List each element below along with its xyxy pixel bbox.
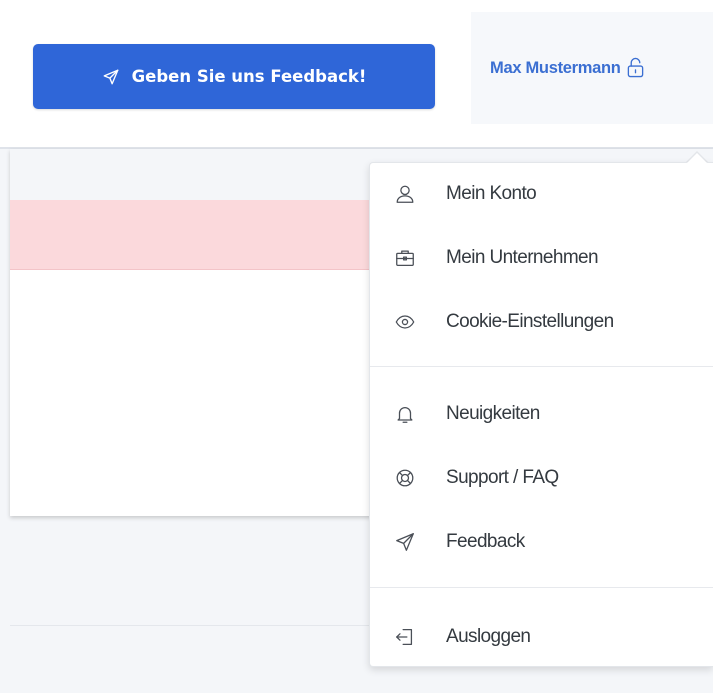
menu-item-label: Neuigkeiten	[446, 403, 540, 424]
unlock-icon	[627, 57, 643, 77]
menu-item-label: Cookie-Einstellungen	[446, 311, 614, 332]
briefcase-icon	[394, 247, 416, 269]
eye-icon	[394, 311, 416, 333]
lifebuoy-icon	[394, 467, 416, 489]
menu-item-label: Ausloggen	[446, 626, 531, 647]
menu-divider	[370, 587, 713, 588]
menu-item-label: Mein Unternehmen	[446, 247, 599, 268]
menu-item-label: Feedback	[446, 531, 525, 552]
paper-plane-icon	[103, 69, 119, 84]
menu-item-mein-unternehmen[interactable]: Mein Unternehmen	[370, 230, 713, 286]
user-name: Max Mustermann	[490, 58, 621, 77]
menu-item-cookie-einstellungen[interactable]: Cookie-Einstellungen	[370, 294, 713, 350]
menu-item-mein-konto[interactable]: Mein Konto	[370, 166, 713, 222]
user-icon	[394, 183, 416, 205]
user-menu-toggle[interactable]: Max Mustermann	[471, 12, 713, 124]
user-dropdown-menu: Mein Konto Mein Unternehmen Cookie-Einst…	[369, 162, 713, 667]
paper-plane-icon	[394, 531, 416, 553]
feedback-button-label: Geben Sie uns Feedback!	[131, 67, 367, 86]
dropdown-caret	[687, 153, 707, 163]
menu-item-label: Support / FAQ	[446, 467, 559, 488]
menu-item-label: Mein Konto	[446, 183, 537, 204]
menu-divider	[370, 366, 713, 367]
feedback-button[interactable]: Geben Sie uns Feedback!	[33, 44, 435, 109]
menu-item-ausloggen[interactable]: Ausloggen	[370, 609, 713, 665]
logout-icon	[394, 626, 416, 648]
menu-item-feedback[interactable]: Feedback	[370, 514, 713, 570]
top-header: Geben Sie uns Feedback! Max Mustermann	[0, 0, 713, 148]
menu-item-support-faq[interactable]: Support / FAQ	[370, 450, 713, 506]
bell-icon	[394, 403, 416, 425]
menu-item-neuigkeiten[interactable]: Neuigkeiten	[370, 386, 713, 442]
